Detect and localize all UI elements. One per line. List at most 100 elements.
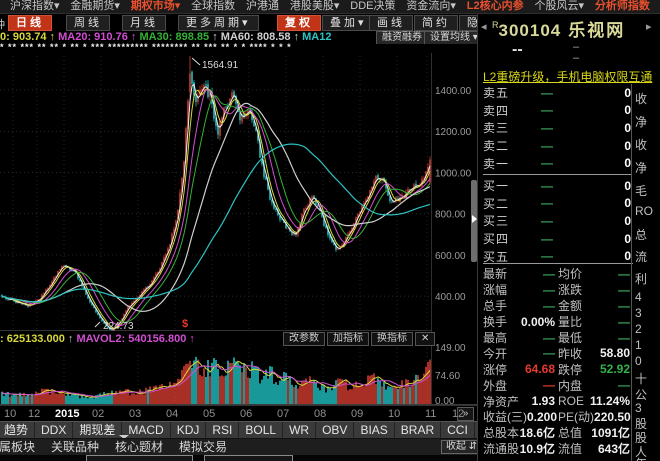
- date-tick-label: 12: [452, 408, 465, 420]
- toolbar-button[interactable]: 简约: [414, 15, 458, 31]
- stat-label: 内盘: [558, 378, 583, 393]
- indicator-tab-期现差[interactable]: 期现差: [73, 422, 123, 439]
- stat-label: 最低: [558, 331, 583, 346]
- indicator-tab-KDJ[interactable]: KDJ: [171, 422, 207, 439]
- menu-item[interactable]: 期权市场▾: [131, 0, 181, 13]
- toolbar-button[interactable]: 日线: [8, 15, 52, 31]
- menu-item[interactable]: 金融期货▾: [70, 0, 120, 13]
- quote-label: 卖二: [483, 139, 510, 154]
- indicator-tab-bar: 趋势DDX期现差MACDKDJRSIBOLLWROBVBIASBRARCCIDM…: [0, 421, 477, 439]
- date-tick-label: 07: [277, 408, 290, 420]
- quote-label: 卖一: [483, 156, 510, 171]
- ma-legend-segment: ↑: [209, 31, 221, 43]
- indicator-button[interactable]: ✕: [415, 332, 436, 346]
- stat-label: 总值: [558, 426, 583, 441]
- stat-value: —: [543, 330, 555, 345]
- stats-table: 最新 — 均价 — 涨幅 — 涨跌 — 总手 — 金额 — 换手 0.00% 量比 — 最高 — 最低 — 今开 — 昨收 5…: [483, 261, 633, 457]
- info-tab-所属板块[interactable]: 所属板块: [0, 439, 43, 456]
- stats-cell: 外盘 —: [483, 377, 558, 394]
- indicator-tab-BOLL[interactable]: BOLL: [239, 422, 284, 439]
- quote-volume: 0: [624, 156, 631, 171]
- indicator-tab-MACD[interactable]: MACD: [122, 422, 171, 439]
- indicator-tab-OBV[interactable]: OBV: [316, 422, 355, 439]
- candlestick-chart[interactable]: 1400.00 1200.00 1000.00 800.00 600.00 400.00 1…: [0, 53, 477, 421]
- stats-cell: 涨幅 —: [483, 281, 558, 298]
- indicator-button[interactable]: 加指标: [327, 332, 369, 346]
- menu-item[interactable]: 港股美股▾: [290, 0, 340, 13]
- stat-value: 64.68: [524, 362, 555, 377]
- stat-value: —: [543, 378, 555, 393]
- stats-row: 流通股 10.9亿 流值 643亿: [483, 441, 633, 457]
- quote-price: —: [541, 85, 553, 100]
- quote-volume: 0: [624, 103, 631, 118]
- expand-arrow-icon: [472, 215, 477, 223]
- next-stock-arrow[interactable]: ▸: [646, 20, 652, 33]
- menu-item[interactable]: 分析师指数: [595, 0, 650, 13]
- collapse-button[interactable]: 收起 ⇵: [441, 440, 483, 454]
- stats-cell: 内盘 —: [558, 377, 633, 394]
- indicator-tab-BIAS[interactable]: BIAS: [354, 422, 395, 439]
- stats-cell: 总手 —: [483, 297, 558, 314]
- menu-item[interactable]: 资金流向▾: [406, 0, 456, 13]
- toolbar-button[interactable]: 更多周期▾: [178, 15, 259, 31]
- ma-legend-segment: MA12: [302, 31, 332, 43]
- quote-row: 买四 — 0: [483, 230, 631, 248]
- menu-item[interactable]: DDE决策: [350, 0, 395, 13]
- indicator-tab-CCI[interactable]: CCI: [441, 422, 475, 439]
- indicator-tab-DDX[interactable]: DDX: [35, 422, 74, 439]
- stat-value: 1091亿: [591, 426, 630, 441]
- indicator-button[interactable]: 改参数: [283, 332, 325, 346]
- toolbar-button[interactable]: 叠加▾: [322, 15, 375, 31]
- indicator-tab-RSI[interactable]: RSI: [206, 422, 240, 439]
- stats-cell: 流值 643亿: [558, 440, 633, 457]
- info-tab-核心题材[interactable]: 核心题材: [107, 439, 171, 456]
- indicator-tab-趋势[interactable]: 趋势: [0, 422, 36, 439]
- indicator-tab-WR[interactable]: WR: [283, 422, 317, 439]
- stat-label: 金额: [558, 299, 583, 314]
- toolbar-button[interactable]: 画线: [369, 15, 413, 31]
- quote-volume: 0: [624, 120, 631, 135]
- menu-item[interactable]: 个股风云▾: [534, 0, 584, 13]
- indicator-tab-BRAR[interactable]: BRAR: [395, 422, 442, 439]
- menu-item[interactable]: 全球指数: [191, 0, 235, 13]
- date-axis: » 10 12 2015 02 03 04 05 06 07 08 09 10 11 12: [0, 405, 477, 422]
- stat-value: —: [543, 346, 555, 361]
- quote-price: —: [541, 178, 553, 193]
- toolbar-button[interactable]: 复权: [277, 15, 321, 31]
- stats-cell: 涨停 64.68: [483, 361, 558, 378]
- mavol-legend-segment: ↑: [186, 333, 195, 345]
- ma-legend-segment: ↑: [127, 31, 140, 43]
- quote-row: 卖五 — 0: [483, 84, 631, 102]
- svg-text:400.00: 400.00: [435, 292, 466, 303]
- indicator-button[interactable]: 换指标: [371, 332, 413, 346]
- stat-label: 总手: [483, 299, 508, 314]
- menu-item[interactable]: L2核心内参: [467, 0, 524, 13]
- stat-value: 11.24%: [589, 394, 630, 409]
- date-tick-label: 11: [425, 408, 437, 420]
- menu-item[interactable]: 沪港通: [246, 0, 279, 13]
- stats-cell: 最高 —: [483, 329, 558, 346]
- stock-code: 300104: [498, 21, 562, 40]
- stat-value: 10.9亿: [519, 442, 555, 457]
- quote-panel: ◂ R300104 乐视网 ▸ -- – – L2重磅升级，手机电脑权限互通 卖五…: [478, 14, 660, 461]
- stat-label: 昨收: [558, 346, 583, 361]
- stat-label: 外盘: [483, 378, 508, 393]
- clipped-column-text: 收: [635, 92, 648, 106]
- stats-row: 收益(三) 0.200 PE(动) 220.50: [483, 409, 633, 425]
- prev-stock-arrow[interactable]: ◂: [481, 20, 487, 33]
- stats-cell: 量比 —: [558, 313, 633, 330]
- info-tab-模拟交易[interactable]: 模拟交易: [171, 439, 235, 456]
- stat-value: 0.00%: [520, 314, 555, 329]
- toolbar-button[interactable]: 周线: [66, 15, 110, 31]
- stats-row: 涨停 64.68 跌停 52.92: [483, 361, 633, 377]
- menu-item[interactable]: 沪深指数▾: [10, 0, 60, 13]
- toolbar-button[interactable]: 月线: [122, 15, 166, 31]
- stats-cell: 收益(三) 0.200: [483, 408, 558, 425]
- clipped-column-text: 净: [635, 161, 648, 175]
- volume-indicator-header: : 625133.000 ↑ MAVOL2: 540156.800 ↑ 改参数 加指…: [0, 332, 477, 346]
- info-tab-关联品种[interactable]: 关联品种: [43, 439, 107, 456]
- bid-ask-divider: [483, 173, 631, 175]
- stat-label: PE(动): [558, 410, 595, 425]
- stat-value: 643亿: [597, 442, 630, 457]
- l2-upgrade-link[interactable]: L2重磅升级，手机电脑权限互通: [483, 68, 655, 85]
